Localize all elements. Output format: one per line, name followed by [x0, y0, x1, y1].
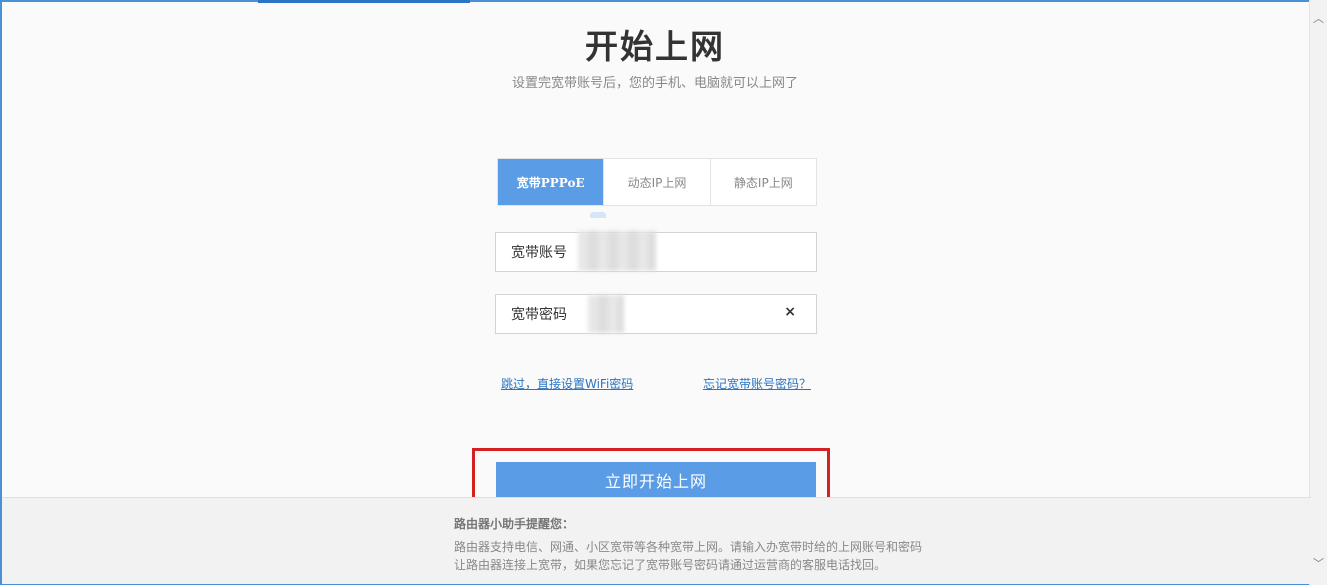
tab-dynamic-ip[interactable]: 动态IP上网 — [604, 159, 711, 205]
page-subtitle: 设置完宽带账号后，您的手机、电脑就可以上网了 — [511, 76, 798, 91]
password-redaction-mask — [588, 295, 624, 333]
close-icon[interactable]: × — [784, 304, 796, 320]
tips-line: 让路由器连接上宽带，如果您忘记了宽带账号密码请通过运营商的客服电话找回。 — [454, 558, 887, 572]
password-field: 宽带密码 × — [495, 294, 817, 334]
tips-line: 路由器支持电信、网通、小区宽带等各种宽带上网。请输入办宽带时给的上网账号和密码 — [454, 540, 923, 554]
page-title: 开始上网 — [585, 27, 725, 66]
forgot-account-link[interactable]: 忘记宽带账号密码？ — [703, 375, 811, 392]
tips-panel: 路由器小助手提醒您： 路由器支持电信、网通、小区宽带等各种宽带上网。请输入办宽带… — [2, 497, 1311, 584]
tab-static-ip[interactable]: 静态IP上网 — [711, 159, 816, 205]
account-label: 宽带账号 — [511, 245, 567, 261]
start-internet-button[interactable]: 立即开始上网 — [496, 462, 816, 497]
tab-pppoe[interactable]: 宽带PPPoE — [498, 159, 605, 205]
vertical-scrollbar[interactable]: ︿ ﹀ — [1309, 0, 1327, 585]
chevron-up-icon[interactable]: ︿ — [1310, 12, 1327, 26]
top-accent-bar — [258, 0, 470, 3]
active-tab-indicator — [590, 212, 606, 218]
chevron-down-icon[interactable]: ﹀ — [1310, 557, 1327, 571]
account-field: 宽带账号 — [495, 231, 817, 272]
password-label: 宽带密码 — [511, 307, 567, 323]
connection-type-tabs: 宽带PPPoE 动态IP上网 静态IP上网 — [497, 158, 817, 206]
skip-to-wifi-link[interactable]: 跳过，直接设置WiFi密码 — [501, 375, 633, 392]
tips-title: 路由器小助手提醒您： — [454, 517, 575, 531]
account-redaction-mask — [578, 231, 656, 271]
